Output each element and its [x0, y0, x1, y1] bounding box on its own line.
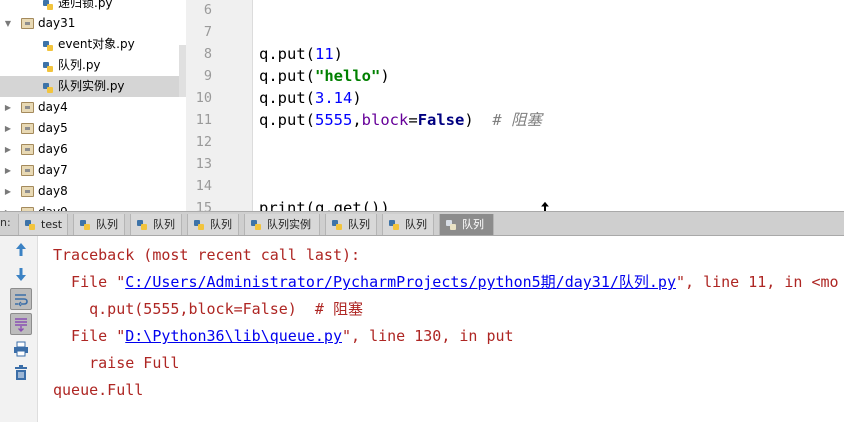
tree-item-file-selected[interactable]: 队列实例.py: [0, 76, 186, 97]
python-file-icon: [42, 60, 55, 73]
run-tab-label: 队列: [153, 218, 175, 231]
tree-item-label: 队列.py: [58, 58, 101, 72]
tree-scrollbar[interactable]: [179, 45, 186, 97]
run-tab-active[interactable]: 队列: [439, 214, 494, 235]
folder-icon: [21, 144, 34, 155]
file-link[interactable]: C:/Users/Administrator/PycharmProjects/p…: [125, 273, 676, 291]
chevron-right-icon[interactable]: ▶: [2, 97, 14, 118]
line-number: 9: [203, 68, 212, 84]
run-tab-label: test: [41, 218, 63, 231]
run-tab[interactable]: test: [18, 214, 68, 235]
python-file-icon: [24, 218, 37, 231]
folder-icon: [21, 123, 34, 134]
tree-item-label: day8: [38, 184, 68, 198]
python-file-icon: [445, 218, 458, 231]
code-line[interactable]: print(q.get()): [259, 197, 390, 211]
line-number: 13: [195, 156, 212, 172]
run-tab-label: 队列: [96, 218, 118, 231]
tree-folder[interactable]: ▶ day4: [0, 97, 186, 118]
line-number-gutter: 6 7 8 9 10 11 12 13 14 15: [186, 0, 253, 216]
folder-icon: [21, 102, 34, 113]
tree-item-label: 队列实例.py: [58, 79, 125, 93]
line-number: 11: [195, 112, 212, 128]
code-line[interactable]: q.put("hello"): [259, 65, 390, 87]
tree-item-file[interactable]: 递归锁.py: [0, 0, 186, 14]
run-tab[interactable]: 队列: [130, 214, 182, 235]
tree-item-file[interactable]: event对象.py: [0, 34, 186, 55]
traceback-header: Traceback (most recent call last):: [53, 246, 361, 264]
run-tab-label: 队列: [348, 218, 370, 231]
arrow-up-icon[interactable]: [10, 239, 32, 261]
code-line[interactable]: q.put(11): [259, 43, 343, 65]
chevron-down-icon[interactable]: ▼: [2, 13, 14, 34]
run-tab-label: 队列实例: [267, 218, 311, 231]
line-number: 10: [195, 90, 212, 106]
code-line[interactable]: q.put(5555,block=False) # 阻塞: [259, 109, 542, 131]
trash-icon[interactable]: [10, 362, 32, 384]
run-tab-label: 队列: [210, 218, 232, 231]
tree-item-label: event对象.py: [58, 37, 135, 51]
run-tab[interactable]: 队列: [187, 214, 239, 235]
run-tab[interactable]: 队列: [382, 214, 434, 235]
folder-icon: [21, 186, 34, 197]
code-line[interactable]: q.put(3.14): [259, 87, 362, 109]
chevron-right-icon[interactable]: ▶: [2, 202, 14, 211]
run-tab-label: 队列: [405, 218, 427, 231]
line-number: 6: [203, 2, 212, 18]
chevron-right-icon[interactable]: ▶: [2, 139, 14, 160]
python-file-icon: [136, 218, 149, 231]
traceback-code-1: q.put(5555,block=False) # 阻塞: [53, 300, 363, 318]
python-file-icon: [331, 218, 344, 231]
scroll-to-end-icon[interactable]: [10, 313, 32, 335]
project-tree: 递归锁.py ▼ day31 event对象.py 队列.py 队列实例.py …: [0, 0, 186, 211]
run-tab[interactable]: 队列: [73, 214, 125, 235]
tree-item-label: day6: [38, 142, 68, 156]
tree-item-label: day7: [38, 163, 68, 177]
folder-icon: [21, 165, 34, 176]
run-tab-bar: n: test 队列 队列 队列 队列实例 队列 队列 队列: [0, 211, 844, 236]
soft-wrap-icon[interactable]: [10, 288, 32, 310]
line-number: 7: [203, 24, 212, 40]
line-number: 8: [203, 46, 212, 62]
tree-item-label: day5: [38, 121, 68, 135]
code-editor[interactable]: q.put(11) q.put("hello") q.put(3.14) q.p…: [253, 0, 844, 211]
run-panel-label: n:: [0, 216, 11, 229]
chevron-right-icon[interactable]: ▶: [2, 118, 14, 139]
python-file-icon: [42, 81, 55, 94]
run-console[interactable]: Traceback (most recent call last): File …: [38, 236, 844, 422]
tree-folder[interactable]: ▶ day6: [0, 139, 186, 160]
run-tab[interactable]: 队列: [325, 214, 377, 235]
python-file-icon: [388, 218, 401, 231]
error-message: queue.Full: [53, 381, 144, 399]
traceback-frame-2: File "D:\Python36\lib\queue.py", line 13…: [53, 327, 514, 345]
run-tab-label: 队列: [462, 218, 484, 231]
line-number: 14: [195, 178, 212, 194]
chevron-right-icon[interactable]: ▶: [2, 160, 14, 181]
python-file-icon: [42, 0, 55, 11]
tree-folder[interactable]: ▶ day7: [0, 160, 186, 181]
tree-folder[interactable]: ▶ day9: [0, 202, 186, 211]
traceback-code-2: raise Full: [53, 354, 180, 372]
folder-icon: [21, 18, 34, 29]
arrow-down-icon[interactable]: [10, 263, 32, 285]
tree-folder[interactable]: ▶ day8: [0, 181, 186, 202]
tree-item-file[interactable]: 队列.py: [0, 55, 186, 76]
python-file-icon: [193, 218, 206, 231]
tree-item-label: day4: [38, 100, 68, 114]
run-toolbar: [0, 236, 38, 422]
chevron-right-icon[interactable]: ▶: [2, 181, 14, 202]
run-tab[interactable]: 队列实例: [244, 214, 320, 235]
tree-folder[interactable]: ▶ day5: [0, 118, 186, 139]
line-number: 12: [195, 134, 212, 150]
tree-folder-day31[interactable]: ▼ day31: [0, 13, 186, 34]
python-file-icon: [42, 39, 55, 52]
traceback-frame-1: File "C:/Users/Administrator/PycharmProj…: [53, 273, 839, 291]
print-icon[interactable]: [10, 338, 32, 360]
python-file-icon: [79, 218, 92, 231]
file-link[interactable]: D:\Python36\lib\queue.py: [125, 327, 342, 345]
python-file-icon: [250, 218, 263, 231]
tree-item-label: day9: [38, 202, 68, 211]
tree-item-label: 递归锁.py: [58, 0, 113, 10]
tree-item-label: day31: [38, 16, 76, 30]
